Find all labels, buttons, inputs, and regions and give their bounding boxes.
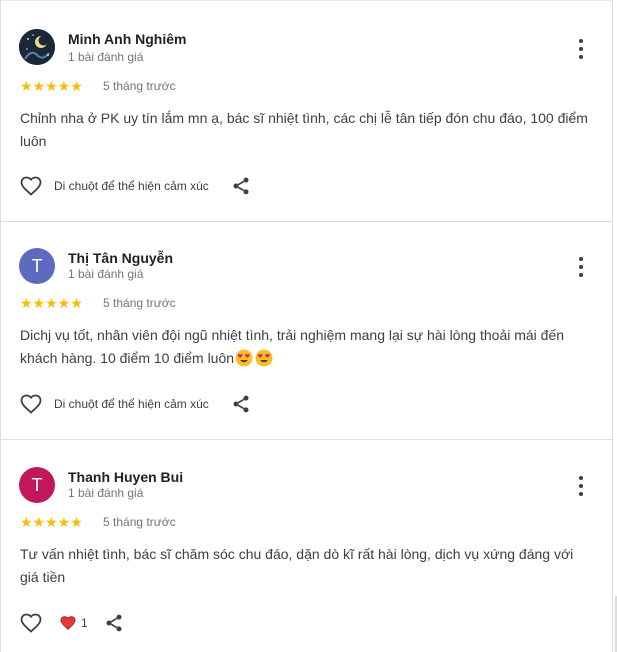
avatar[interactable]: T (19, 467, 55, 503)
avatar-photo-icon (19, 29, 55, 65)
review-card: Minh Anh Nghiêm 1 bài đánh giá ★★★★★ 5 t… (1, 0, 612, 222)
review-count: 1 bài đánh giá (68, 486, 144, 500)
review-actions: Di chuột để thể hiện cảm xúc (19, 392, 251, 416)
review-card: T Thanh Huyen Bui 1 bài đánh giá ★★★★★ 5… (1, 440, 612, 652)
more-options-icon[interactable] (571, 474, 591, 498)
more-options-icon[interactable] (571, 255, 591, 279)
review-text: Chỉnh nha ở PK uy tín lắm mn ạ, bác sĩ n… (20, 110, 588, 149)
avatar[interactable] (19, 29, 55, 65)
right-border (612, 0, 613, 652)
review-count: 1 bài đánh giá (68, 267, 144, 281)
review-actions: 1 (19, 611, 124, 635)
avatar[interactable]: T (19, 248, 55, 284)
share-icon[interactable] (104, 613, 124, 633)
review-card: T Thị Tân Nguyễn 1 bài đánh giá ★★★★★ 5 … (1, 221, 612, 440)
review-text-content: Dichj vụ tốt, nhân viên đội ngũ nhiệt tì… (20, 327, 565, 366)
review-time: 5 tháng trước (103, 79, 176, 93)
share-icon[interactable] (231, 176, 251, 196)
star-rating: ★★★★★ (20, 514, 83, 530)
react-hint-label: Di chuột để thể hiện cảm xúc (54, 397, 209, 411)
heart-filled-icon (60, 616, 76, 630)
share-icon[interactable] (231, 394, 251, 414)
heart-eyes-emoji-icon (255, 349, 273, 367)
review-time: 5 tháng trước (103, 515, 176, 529)
avatar-letter: T (31, 255, 43, 276)
star-rating: ★★★★★ (20, 78, 83, 94)
reaction-count[interactable]: 1 (59, 614, 88, 632)
more-options-icon[interactable] (571, 37, 591, 61)
reaction-count-number: 1 (81, 616, 88, 630)
reviewer-name[interactable]: Minh Anh Nghiêm (68, 31, 186, 47)
review-actions: Di chuột để thể hiện cảm xúc (19, 174, 251, 198)
react-hint-label: Di chuột để thể hiện cảm xúc (54, 179, 209, 193)
avatar-letter: T (31, 474, 43, 495)
review-text: Dichj vụ tốt, nhân viên đội ngũ nhiệt tì… (20, 324, 595, 370)
heart-outline-icon[interactable] (19, 392, 43, 416)
review-time: 5 tháng trước (103, 296, 176, 310)
reviewer-name[interactable]: Thị Tân Nguyễn (68, 250, 173, 266)
heart-outline-icon[interactable] (19, 174, 43, 198)
review-text: Tư vấn nhiệt tình, bác sĩ chăm sóc chu đ… (20, 546, 574, 585)
reviewer-name[interactable]: Thanh Huyen Bui (68, 469, 183, 485)
heart-outline-icon[interactable] (19, 611, 43, 635)
heart-eyes-emoji-icon (235, 349, 253, 367)
star-rating: ★★★★★ (20, 295, 83, 311)
review-count: 1 bài đánh giá (68, 50, 144, 64)
